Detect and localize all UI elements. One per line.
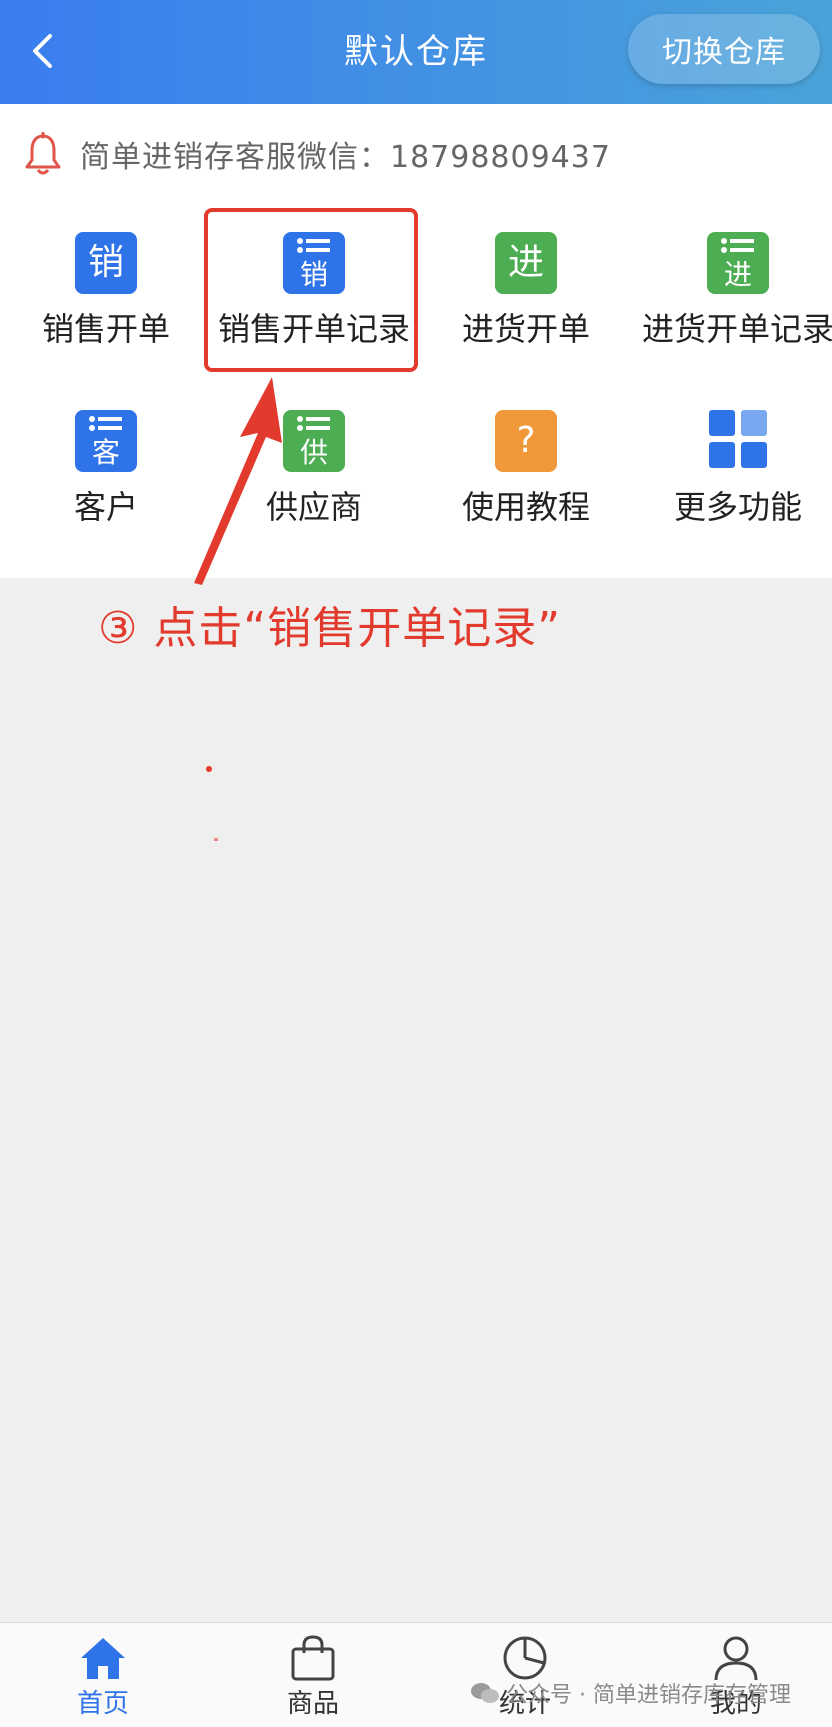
- grid-squares-icon: [709, 410, 767, 468]
- customers-label: 客户: [73, 488, 138, 526]
- purchase-order-item[interactable]: 进 进货开单: [420, 232, 632, 350]
- suppliers-icon-char: 供: [299, 436, 328, 469]
- purchase-records-icon: 进: [707, 232, 769, 294]
- list-icon: [297, 416, 330, 431]
- tutorial-item[interactable]: ? 使用教程: [420, 410, 632, 528]
- sales-order-icon: 销: [75, 232, 137, 294]
- shopping-bag-icon: [291, 1635, 335, 1681]
- pie-chart-icon: [503, 1636, 547, 1680]
- more-functions-item[interactable]: 更多功能: [632, 410, 832, 528]
- decor-dot: [206, 766, 212, 772]
- notice-text: 简单进销存客服微信：18798809437: [80, 140, 611, 175]
- switch-warehouse-button[interactable]: 切换仓库: [628, 14, 820, 84]
- purchase-order-icon: 进: [495, 232, 557, 294]
- tab-goods[interactable]: 商品: [253, 1635, 373, 1720]
- more-functions-label: 更多功能: [673, 488, 802, 526]
- sales-order-item[interactable]: 销 销售开单: [0, 232, 212, 350]
- top-navigation-bar: 默认仓库 切换仓库: [0, 0, 832, 104]
- purchase-order-icon-char: 进: [507, 242, 544, 283]
- sales-order-label: 销售开单: [41, 310, 170, 348]
- purchase-records-item[interactable]: 进 进货开单记录: [632, 232, 832, 350]
- customers-icon-char: 客: [91, 436, 120, 469]
- highlight-box: [204, 208, 418, 372]
- annotation-arrow-icon: [194, 377, 282, 585]
- customer-service-notice: 简单进销存客服微信：18798809437: [24, 126, 611, 182]
- tab-home[interactable]: 首页: [43, 1635, 163, 1720]
- purchase-records-label: 进货开单记录: [641, 310, 832, 348]
- sales-order-icon-char: 销: [87, 242, 124, 283]
- bell-icon: [25, 132, 61, 175]
- customers-item[interactable]: 客 客户: [0, 410, 212, 528]
- customers-icon: 客: [75, 410, 137, 472]
- watermark: 公众号 · 简单进销存库存管理: [470, 1677, 791, 1709]
- home-icon: [81, 1638, 125, 1679]
- suppliers-icon: 供: [283, 410, 345, 472]
- tutorial-icon-char: ?: [516, 420, 536, 461]
- purchase-records-icon-char: 进: [723, 258, 752, 291]
- annotation-text: ③ 点击“销售开单记录”: [98, 603, 562, 654]
- tab-goods-label: 商品: [286, 1689, 339, 1719]
- tab-home-label: 首页: [76, 1689, 129, 1719]
- user-icon: [714, 1636, 758, 1681]
- decor-dot: [214, 838, 218, 841]
- wechat-icon: [471, 1683, 499, 1703]
- question-icon: ?: [495, 410, 557, 472]
- watermark-text: 公众号 · 简单进销存库存管理: [506, 1683, 791, 1708]
- tutorial-label: 使用教程: [461, 488, 590, 526]
- purchase-order-label: 进货开单: [461, 310, 590, 348]
- list-icon: [89, 416, 122, 431]
- list-icon: [721, 238, 754, 253]
- bottom-tab-bar: 首页 商品 统计 我的 公众号 · 简单进销存库存管理: [0, 1622, 832, 1727]
